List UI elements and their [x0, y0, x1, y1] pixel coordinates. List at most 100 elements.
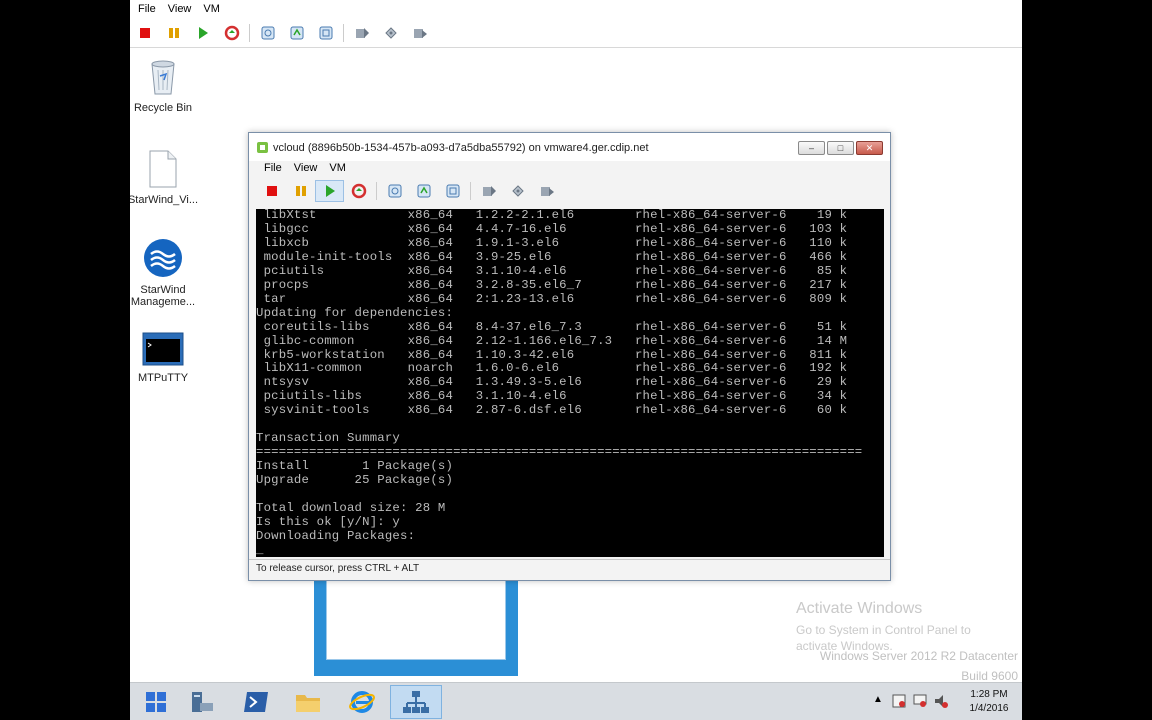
desktop-icon-starwind-vi[interactable]: StarWind_Vi... [130, 150, 203, 206]
stop-button[interactable] [130, 22, 159, 44]
folder-icon [296, 695, 320, 712]
pause-icon [168, 28, 179, 38]
revert-snapshot-icon [417, 184, 430, 198]
desktop-icon-label: StarWind_Vi... [130, 194, 199, 206]
reset-button[interactable] [344, 180, 373, 202]
desktop-icon-recycle-bin[interactable]: Recycle Bin [130, 56, 203, 114]
network-icon [403, 691, 429, 713]
minimize-button[interactable]: – [798, 141, 825, 155]
toolbar-separator [376, 182, 377, 200]
clock-date: 1/4/2016 [969, 703, 1009, 714]
manage-snapshots-icon [319, 26, 332, 40]
taskbar-powershell[interactable] [230, 685, 282, 719]
snapshot-button[interactable] [380, 180, 409, 202]
snapshot-icon [261, 26, 274, 40]
menu-view[interactable]: View [162, 3, 198, 15]
maximize-icon: □ [837, 143, 844, 153]
send-keys-icon [482, 186, 496, 196]
snapshot-button[interactable] [253, 22, 282, 44]
windows-edition: Windows Server 2012 R2 Datacenter [819, 649, 1018, 663]
reset-icon [351, 183, 366, 199]
document-icon [149, 150, 177, 188]
windows-logo-icon [146, 692, 166, 712]
revert-snapshot-icon [290, 26, 303, 40]
menu-vm[interactable]: VM [197, 3, 226, 15]
starwind-icon [144, 239, 182, 277]
stop-button[interactable] [257, 180, 286, 202]
toolbar-divider [130, 47, 1022, 48]
activate-title: Activate Windows [796, 600, 923, 617]
connect-cd-icon [384, 27, 397, 39]
toolbar-separator [249, 24, 250, 42]
play-button[interactable] [315, 180, 344, 202]
play-button[interactable] [188, 22, 217, 44]
server-manager-icon [192, 692, 213, 712]
taskbar-internet-explorer[interactable] [336, 685, 388, 719]
outer-menubar: File View VM [132, 3, 226, 15]
menu-view[interactable]: View [288, 162, 324, 174]
system-clock[interactable]: 1:28 PM 1/4/2016 [962, 688, 1016, 716]
window-title: vcloud (8896b50b-1534-457b-a093-d7a5dba5… [273, 142, 649, 154]
window-titlebar[interactable]: vcloud (8896b50b-1534-457b-a093-d7a5dba5… [249, 133, 890, 161]
recycle-bin-icon [151, 60, 175, 95]
connect-cd-button[interactable] [376, 22, 405, 44]
volume-icon[interactable] [934, 694, 948, 708]
maximize-button[interactable]: □ [827, 141, 854, 155]
clock-time: 1:28 PM [970, 689, 1008, 700]
taskbar-thumbnail-preview[interactable] [314, 578, 518, 676]
start-button[interactable] [130, 685, 182, 719]
connect-floppy-icon [540, 187, 554, 196]
powershell-icon [244, 692, 268, 712]
vmware-logo-icon [257, 142, 268, 153]
desktop-icon-starwind-management[interactable]: StarWind Manageme... [130, 238, 203, 308]
manage-snapshots-icon [446, 184, 459, 198]
stop-icon [139, 28, 150, 38]
play-icon [325, 185, 335, 197]
connect-cd-button[interactable] [503, 180, 532, 202]
menu-vm[interactable]: VM [323, 162, 352, 174]
taskbar-file-explorer[interactable] [282, 685, 334, 719]
network-status-icon[interactable] [913, 694, 927, 708]
pause-button[interactable] [159, 22, 188, 44]
taskbar-server-manager[interactable] [176, 685, 228, 719]
menu-file[interactable]: File [132, 3, 162, 15]
send-keys-icon [355, 28, 369, 38]
connect-floppy-button[interactable] [405, 22, 434, 44]
status-bar: To release cursor, press CTRL + ALT [249, 559, 890, 579]
send-keys-button[interactable] [474, 180, 503, 202]
menu-file[interactable]: File [258, 162, 288, 174]
pause-button[interactable] [286, 180, 315, 202]
play-icon [198, 27, 208, 39]
show-hidden-icons-button[interactable]: ▲ [873, 694, 883, 705]
minimize-icon: – [808, 143, 814, 153]
snapshot-icon [388, 184, 401, 198]
reset-button[interactable] [217, 22, 246, 44]
vcloud-console-window[interactable]: vcloud (8896b50b-1534-457b-a093-d7a5dba5… [248, 132, 891, 581]
toolbar-separator [470, 182, 471, 200]
vcloud-menubar: File View VM [258, 162, 352, 174]
toolbar-separator [343, 24, 344, 42]
status-text: To release cursor, press CTRL + ALT [256, 563, 420, 574]
connect-cd-icon [511, 185, 524, 197]
thumbnail-window [326, 578, 506, 660]
pause-icon [295, 186, 306, 196]
revert-snapshot-button[interactable] [409, 180, 438, 202]
desktop-icon-mtputty[interactable]: MTPuTTY [130, 332, 203, 384]
revert-snapshot-button[interactable] [282, 22, 311, 44]
putty-icon [142, 332, 184, 366]
send-keys-button[interactable] [347, 22, 376, 44]
desktop-icon-label: Recycle Bin [133, 102, 193, 114]
reset-icon [224, 25, 239, 41]
manage-snapshots-button[interactable] [311, 22, 340, 44]
console-output: libXtst x86_64 1.2.2-2.1.el6 rhel-x86_64… [256, 209, 863, 557]
connect-floppy-button[interactable] [532, 180, 561, 202]
taskbar-vm-console[interactable] [390, 685, 442, 719]
close-button[interactable]: ✕ [856, 141, 883, 155]
manage-snapshots-button[interactable] [438, 180, 467, 202]
stop-icon [266, 186, 277, 196]
outer-vm-console[interactable]: File View VM Recycle Bin StarWind_Vi... … [130, 0, 1022, 720]
close-icon: ✕ [865, 142, 874, 153]
outer-toolbar [130, 22, 434, 44]
vm-console-screen[interactable]: libXtst x86_64 1.2.2-2.1.el6 rhel-x86_64… [256, 209, 884, 557]
action-center-icon[interactable] [892, 694, 906, 708]
